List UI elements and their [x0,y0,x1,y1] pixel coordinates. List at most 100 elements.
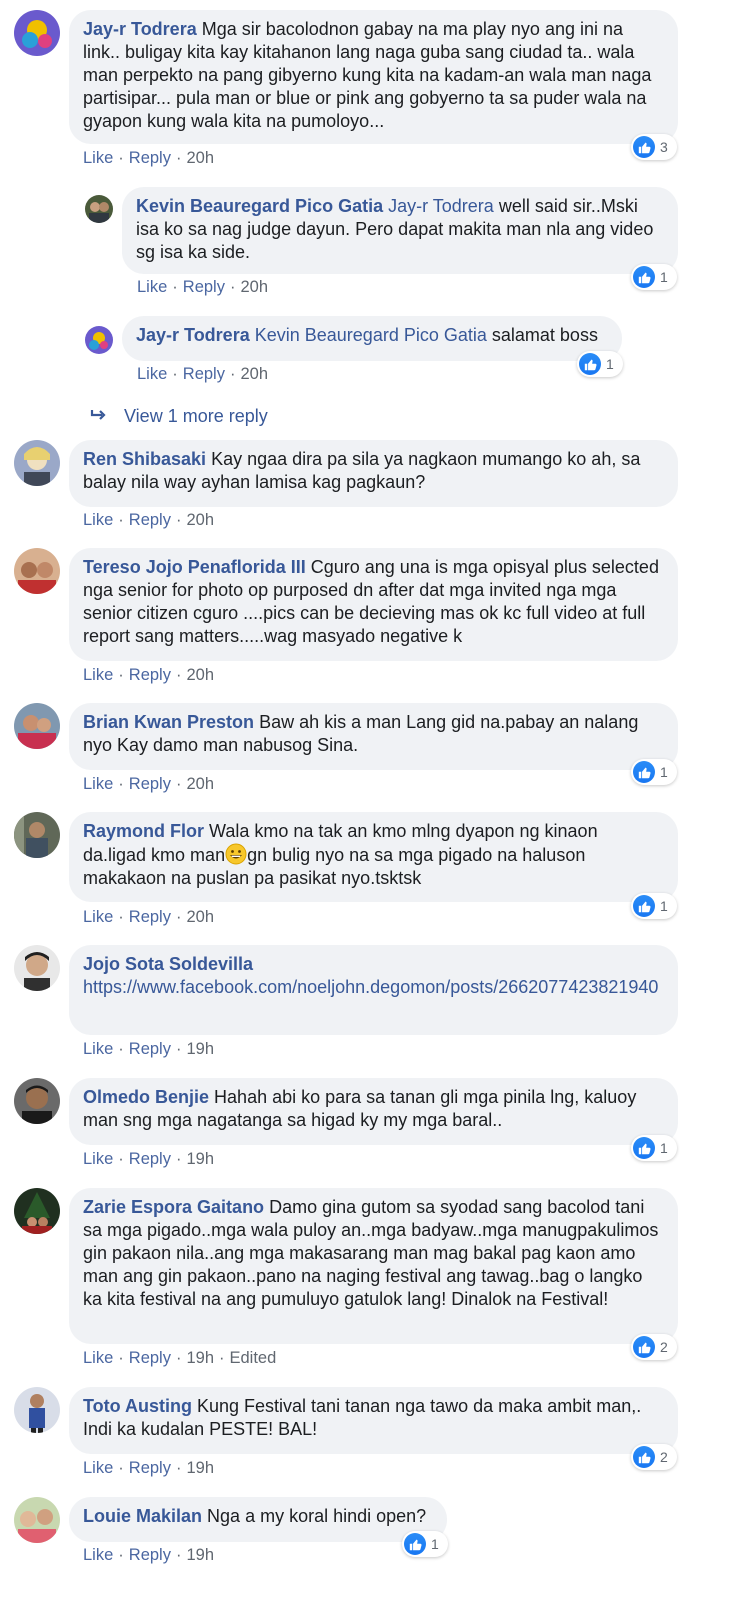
avatar[interactable] [14,1188,60,1234]
comment-bubble: Olmedo Benjie Hahah abi ko para sa tanan… [69,1078,678,1145]
reaction-count[interactable]: 1 [631,1135,677,1161]
avatar[interactable] [14,945,60,991]
avatar[interactable] [14,440,60,486]
comment-actions: Like · Reply · 19h [83,1040,214,1058]
comment-time[interactable]: 20h [186,666,214,684]
reply-button[interactable]: Reply [129,1040,171,1058]
comment-actions: Like · Reply · 20h [83,908,214,926]
comment-bubble: Tereso Jojo Penaflorida III Cguro ang un… [69,548,678,661]
comment-bubble: Raymond Flor Wala kmo na tak an kmo mlng… [69,812,678,902]
comment-bubble: Ren Shibasaki Kay ngaa dira pa sila ya n… [69,440,678,507]
like-button[interactable]: Like [83,1150,113,1168]
like-thumb-icon [633,1336,655,1358]
comment-actions: Like · Reply · 20h [83,511,214,529]
comment-author[interactable]: Olmedo Benjie [83,1087,209,1107]
comment-bubble: Jojo Sota Soldevilla https://www.faceboo… [69,945,678,1035]
like-button[interactable]: Like [83,775,113,793]
like-button[interactable]: Like [137,278,167,296]
comment-author[interactable]: Ren Shibasaki [83,449,206,469]
comment-text: salamat boss [491,325,598,345]
comment-author[interactable]: Jojo Sota Soldevilla [83,954,253,974]
reply-button[interactable]: Reply [129,1546,171,1564]
avatar[interactable] [14,1387,60,1433]
comment-actions: Like · Reply · 20h [83,775,214,793]
like-button[interactable]: Like [83,1040,113,1058]
like-button[interactable]: Like [83,666,113,684]
avatar[interactable] [14,1078,60,1124]
like-thumb-icon [633,895,655,917]
comment-time[interactable]: 19h [186,1040,214,1058]
edited-label[interactable]: Edited [230,1349,277,1367]
reply-arrow-icon [90,406,112,427]
avatar[interactable] [14,1497,60,1543]
like-thumb-icon [633,1137,655,1159]
avatar[interactable] [14,548,60,594]
comment-author[interactable]: Kevin Beauregard Pico Gatia [136,196,383,216]
comment-text: Nga a my koral hindi open? [207,1506,427,1526]
reply-button[interactable]: Reply [129,511,171,529]
comment-actions: Like · Reply · 20h [137,278,268,296]
comment-author[interactable]: Zarie Espora Gaitano [83,1197,264,1217]
comment-time[interactable]: 19h [186,1546,214,1564]
view-more-replies-link[interactable]: View 1 more reply [90,406,268,427]
comment-time[interactable]: 19h [186,1459,214,1477]
comment-time[interactable]: 20h [186,775,214,793]
reply-button[interactable]: Reply [129,149,171,167]
reaction-count[interactable]: 1 [402,1531,448,1557]
comment-time[interactable]: 20h [186,908,214,926]
grinning-emoji-icon [225,843,247,865]
comment-author[interactable]: Louie Makilan [83,1506,202,1526]
like-button[interactable]: Like [83,908,113,926]
avatar[interactable] [85,326,113,354]
reaction-count[interactable]: 2 [631,1444,677,1470]
avatar[interactable] [14,703,60,749]
avatar[interactable] [14,812,60,858]
comment-bubble: Brian Kwan Preston Baw ah kis a man Lang… [69,703,678,770]
reaction-count[interactable]: 1 [631,893,677,919]
reaction-count[interactable]: 3 [631,134,677,160]
comment-author[interactable]: Jay-r Todrera [136,325,250,345]
like-button[interactable]: Like [83,1349,113,1367]
reaction-count[interactable]: 2 [631,1334,677,1360]
mention-link[interactable]: Jay-r Todrera [388,196,494,216]
comment-actions: Like · Reply · 20h [83,666,214,684]
like-thumb-icon [633,1446,655,1468]
post-link[interactable]: https://www.facebook.com/noeljohn.degomo… [83,977,658,997]
comment-actions: Like · Reply · 19h · Edited [83,1349,277,1367]
avatar[interactable] [14,10,60,56]
comment-bubble: Zarie Espora Gaitano Damo gina gutom sa … [69,1188,678,1344]
reaction-count[interactable]: 1 [631,264,677,290]
reply-button[interactable]: Reply [129,1150,171,1168]
like-button[interactable]: Like [83,1459,113,1477]
reply-button[interactable]: Reply [129,908,171,926]
comment-time[interactable]: 20h [186,511,214,529]
like-button[interactable]: Like [137,365,167,383]
reply-button[interactable]: Reply [183,278,225,296]
like-thumb-icon [633,761,655,783]
reply-button[interactable]: Reply [129,1349,171,1367]
comment-time[interactable]: 20h [240,278,268,296]
comment-time[interactable]: 19h [186,1349,214,1367]
like-button[interactable]: Like [83,511,113,529]
avatar[interactable] [85,195,113,223]
reaction-count[interactable]: 1 [577,351,623,377]
reply-button[interactable]: Reply [129,666,171,684]
reply-button[interactable]: Reply [129,1459,171,1477]
like-button[interactable]: Like [83,149,113,167]
comment-time[interactable]: 20h [186,149,214,167]
mention-link[interactable]: Kevin Beauregard Pico Gatia [255,325,487,345]
comment-author[interactable]: Toto Austing [83,1396,192,1416]
like-button[interactable]: Like [83,1546,113,1564]
comment-actions: Like · Reply · 19h [83,1459,214,1477]
comment-author[interactable]: Brian Kwan Preston [83,712,254,732]
comment-time[interactable]: 20h [240,365,268,383]
comment-author[interactable]: Tereso Jojo Penaflorida III [83,557,306,577]
comment-time[interactable]: 19h [186,1150,214,1168]
comment-author[interactable]: Jay-r Todrera [83,19,197,39]
reaction-count[interactable]: 1 [631,759,677,785]
reply-button[interactable]: Reply [129,775,171,793]
reply-button[interactable]: Reply [183,365,225,383]
comment-actions: Like · Reply · 20h [83,149,214,167]
like-thumb-icon [404,1533,426,1555]
comment-author[interactable]: Raymond Flor [83,821,204,841]
